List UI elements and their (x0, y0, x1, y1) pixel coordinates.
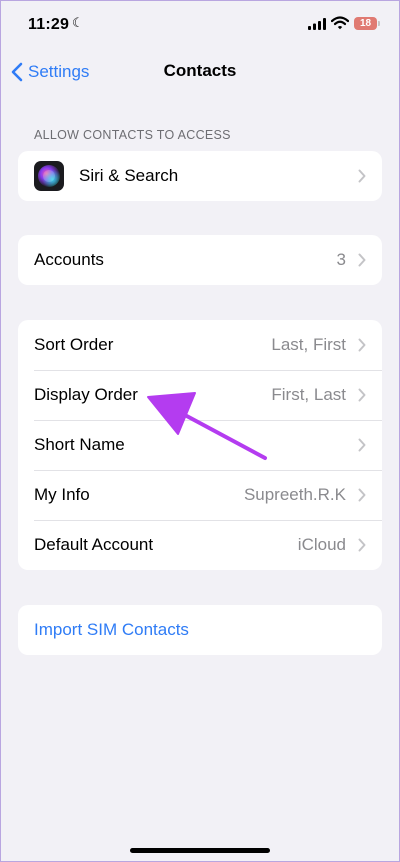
row-label: Default Account (34, 535, 154, 554)
default-account-row[interactable]: Default Account iCloud (18, 520, 382, 570)
my-info-row[interactable]: My Info Supreeth.R.K (18, 470, 382, 520)
status-time: 11:29 (28, 16, 70, 33)
chevron-right-icon (358, 488, 366, 502)
sort-order-row[interactable]: Sort Order Last, First (18, 320, 382, 370)
row-label: Siri & Search (79, 166, 179, 185)
battery-icon: 18 (354, 17, 377, 30)
annotation-arrow-icon (147, 392, 267, 460)
accounts-group: Accounts 3 (18, 235, 382, 285)
row-value: iCloud (297, 535, 346, 554)
import-sim-contacts-button[interactable]: Import SIM Contacts (18, 605, 382, 655)
row-value: Last, First (271, 335, 346, 354)
row-label: My Info (34, 485, 90, 504)
accounts-row[interactable]: Accounts 3 (18, 235, 382, 285)
row-label: Accounts (34, 250, 104, 269)
cellular-signal-icon (308, 18, 326, 30)
chevron-right-icon (358, 388, 366, 402)
access-group: Siri & Search (18, 151, 382, 201)
row-label: Short Name (34, 435, 125, 454)
page-title: Contacts (163, 61, 237, 80)
chevron-right-icon (358, 338, 366, 352)
siri-icon (34, 161, 64, 191)
chevron-right-icon (358, 169, 366, 183)
chevron-right-icon (358, 438, 366, 452)
moon-icon: ☾ (72, 15, 84, 30)
battery-level: 18 (359, 18, 372, 29)
row-value: First, Last (271, 385, 346, 404)
row-label: Display Order (34, 385, 138, 404)
battery-nub (378, 21, 380, 26)
siri-search-row[interactable]: Siri & Search (18, 151, 382, 201)
chevron-right-icon (358, 538, 366, 552)
accounts-count: 3 (336, 250, 346, 269)
home-indicator (130, 848, 270, 853)
row-label: Sort Order (34, 335, 114, 354)
chevron-right-icon (358, 253, 366, 267)
row-value: Supreeth.R.K (243, 485, 346, 504)
status-bar: 11:29 ☾ 18 (0, 0, 400, 52)
import-sim-contacts-label: Import SIM Contacts (34, 620, 189, 639)
section-header-allow-access: ALLOW CONTACTS TO ACCESS (34, 128, 231, 142)
import-group: Import SIM Contacts (18, 605, 382, 655)
wifi-icon (331, 16, 349, 30)
